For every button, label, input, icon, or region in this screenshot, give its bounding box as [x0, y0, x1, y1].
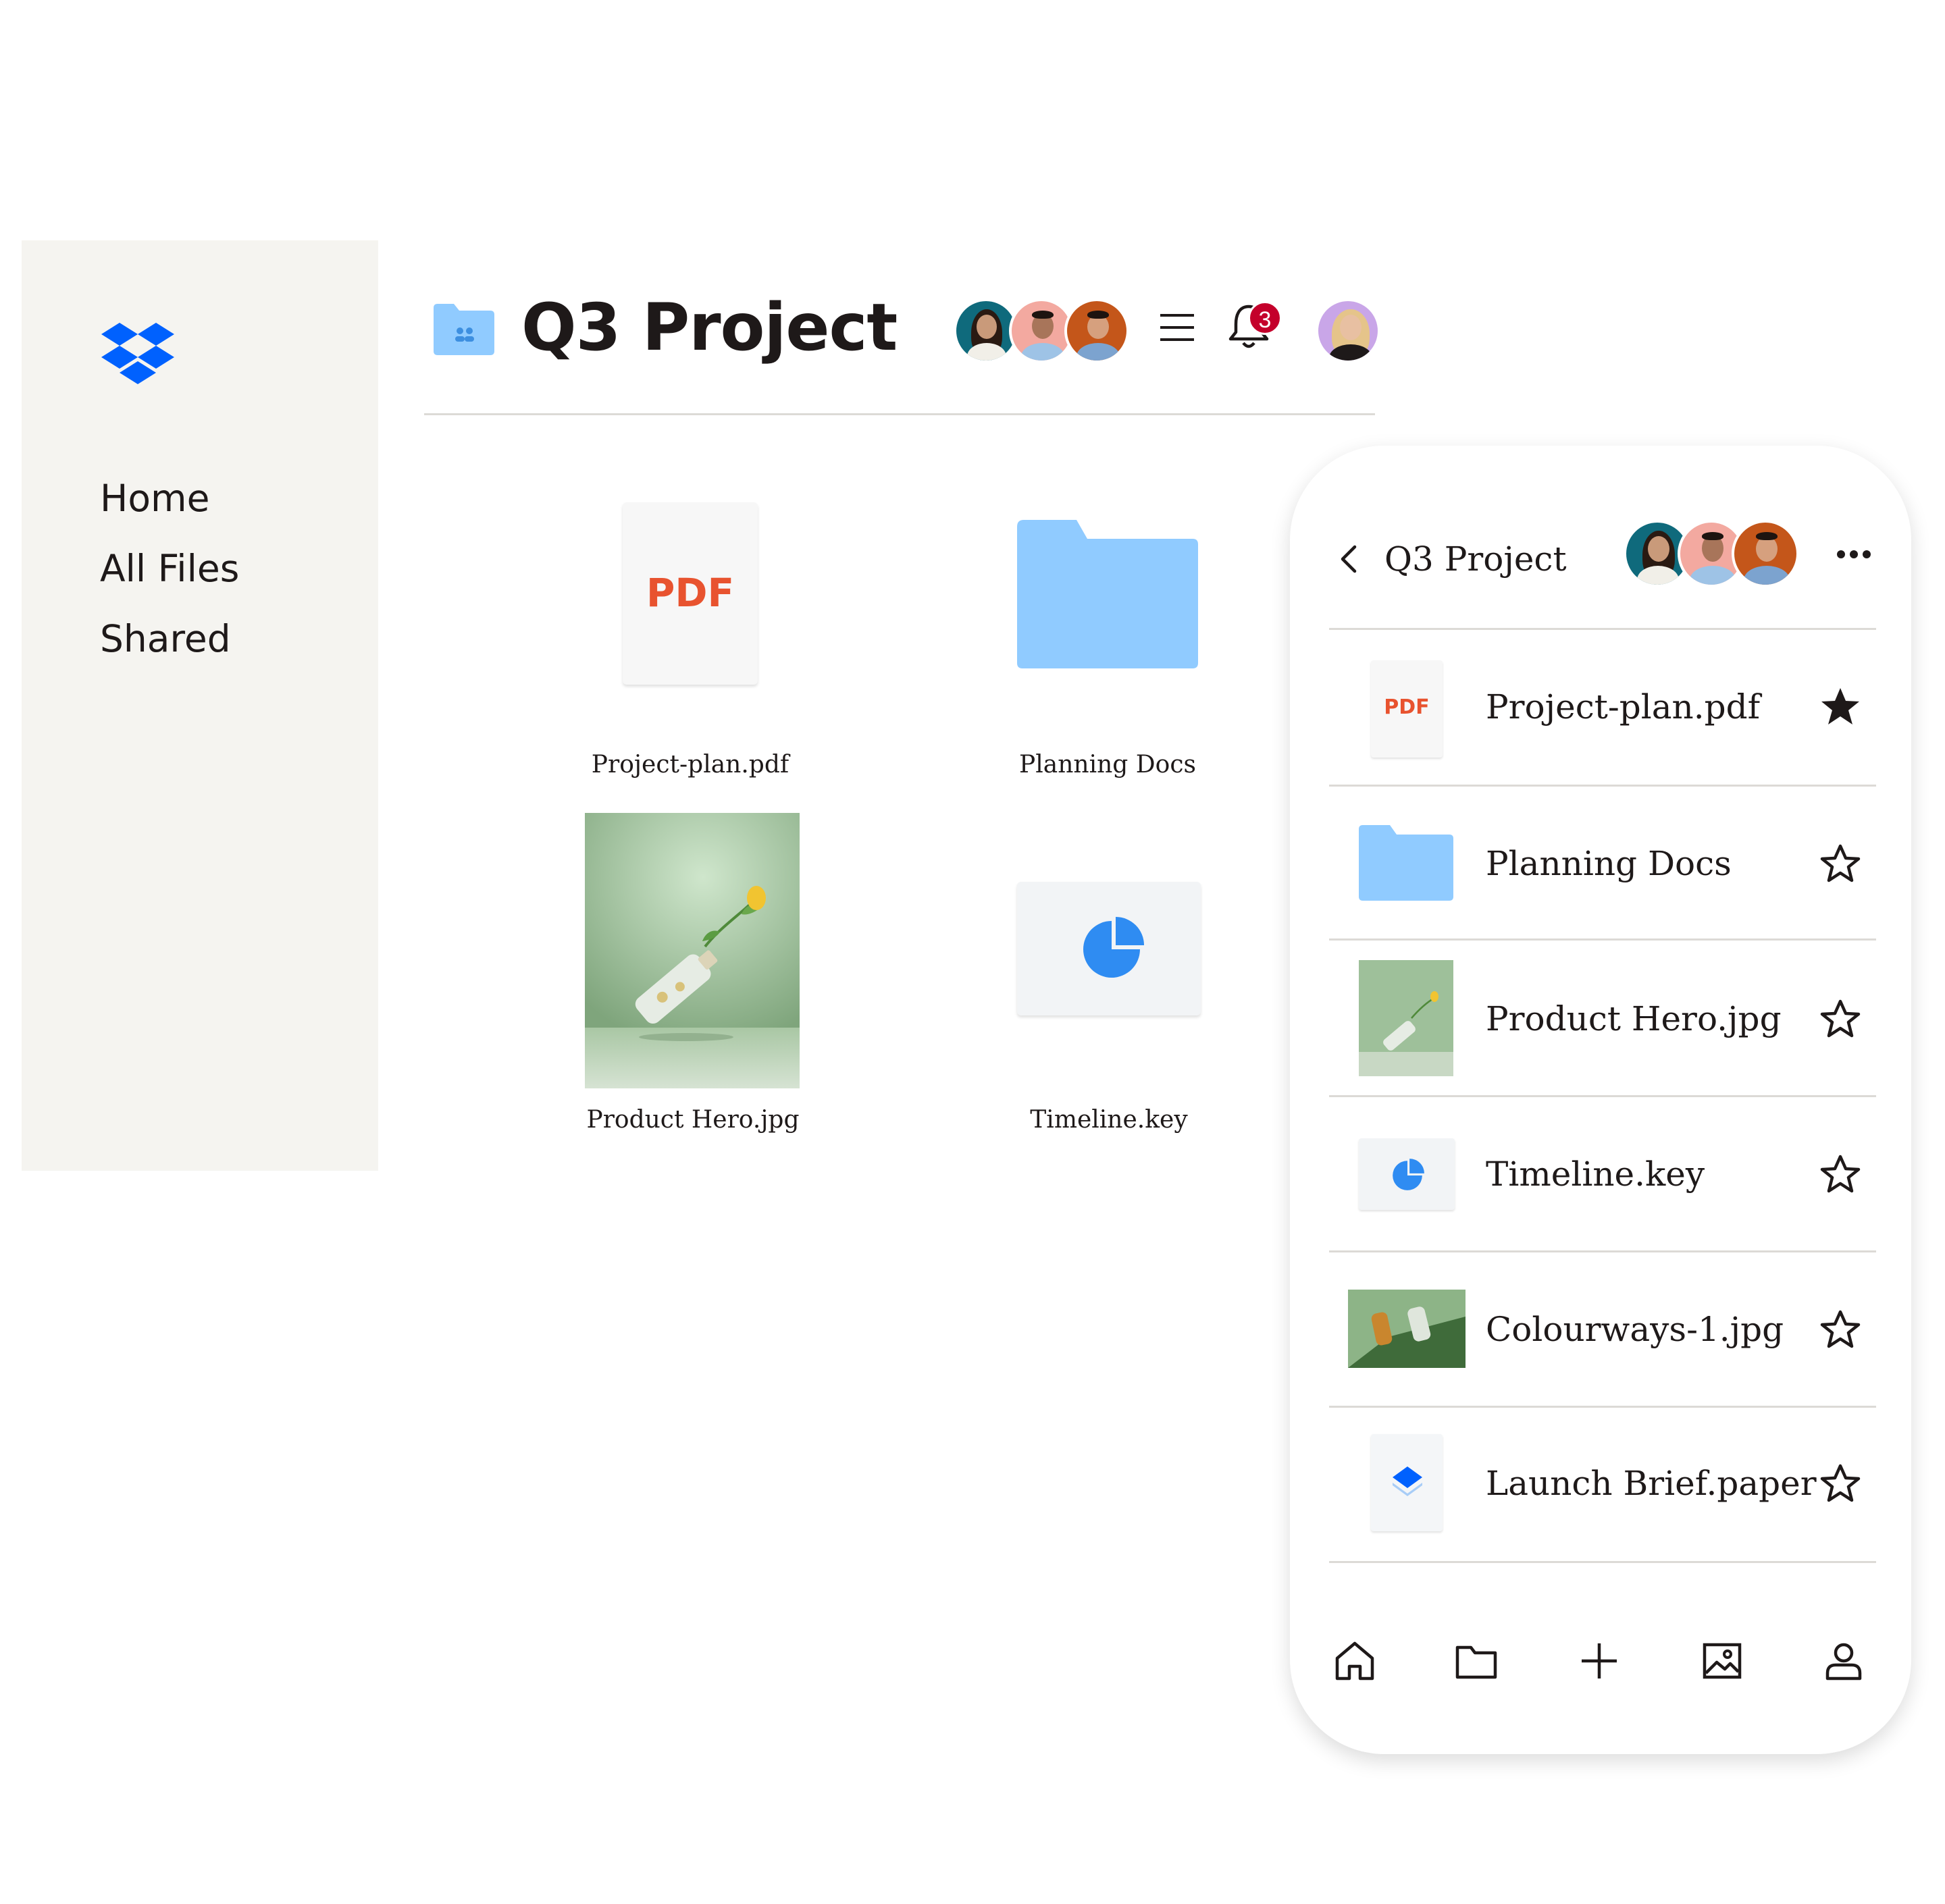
back-arrow-icon[interactable] [1337, 540, 1360, 578]
plus-icon[interactable] [1576, 1638, 1622, 1684]
file-name[interactable]: Timeline.key [940, 1106, 1278, 1134]
star-filled-icon[interactable] [1819, 686, 1861, 728]
sidebar-item-all-files[interactable]: All Files [100, 533, 239, 604]
user-avatar[interactable] [1316, 298, 1380, 363]
file-name[interactable]: Product Hero.jpg [1486, 995, 1782, 1042]
folder-icon [1359, 825, 1453, 901]
sidebar-item-shared[interactable]: Shared [100, 604, 239, 674]
sidebar: Home All Files Shared [22, 240, 378, 1171]
star-icon[interactable] [1819, 998, 1861, 1040]
star-icon[interactable] [1819, 1153, 1861, 1195]
folder-icon[interactable] [1017, 520, 1198, 668]
folder-icon[interactable] [1453, 1638, 1499, 1684]
pdf-file-thumbnail[interactable]: PDF [623, 502, 758, 685]
pdf-label: PDF [1384, 695, 1430, 719]
row-divider [1329, 628, 1876, 630]
row-divider [1329, 1561, 1876, 1563]
menu-icon[interactable] [1160, 313, 1194, 342]
image-thumbnail [1348, 1290, 1466, 1368]
collaborator-avatar[interactable] [1064, 298, 1129, 363]
dropbox-logo-icon[interactable] [101, 323, 174, 385]
row-divider [1329, 938, 1876, 941]
file-row[interactable]: Planning Docs [1329, 786, 1876, 940]
star-icon[interactable] [1819, 1462, 1861, 1504]
pie-chart-icon [1393, 1159, 1424, 1190]
account-icon[interactable] [1821, 1638, 1867, 1684]
collaborator-avatar[interactable] [1732, 520, 1799, 587]
file-name[interactable]: Colourways-1.jpg [1486, 1306, 1784, 1353]
star-icon[interactable] [1819, 1308, 1861, 1350]
file-row[interactable]: Launch Brief.paper [1329, 1407, 1876, 1561]
file-row[interactable]: PDF Project-plan.pdf [1329, 631, 1876, 785]
file-name[interactable]: Launch Brief.paper [1486, 1460, 1817, 1507]
image-thumbnail [1359, 960, 1453, 1076]
pdf-file-thumbnail: PDF [1371, 660, 1443, 758]
product-hero-image[interactable] [585, 813, 800, 1088]
file-name[interactable]: Product Hero.jpg [524, 1106, 862, 1134]
pdf-label: PDF [646, 570, 735, 616]
page-title: Q3 Project [521, 290, 898, 365]
shared-folder-icon [434, 304, 494, 355]
file-row[interactable]: Timeline.key [1329, 1096, 1876, 1250]
pie-chart-icon [1083, 917, 1144, 978]
mobile-app-panel: Q3 Project PDF Project-plan.pdf Planning… [1290, 446, 1911, 1754]
more-options-icon[interactable] [1836, 548, 1872, 560]
file-name[interactable]: Planning Docs [939, 751, 1276, 778]
star-icon[interactable] [1819, 843, 1861, 884]
mobile-title: Q3 Project [1384, 539, 1567, 579]
file-row[interactable]: Product Hero.jpg [1329, 941, 1876, 1095]
file-name[interactable]: Project-plan.pdf [1486, 683, 1760, 731]
keynote-file-thumbnail [1359, 1138, 1455, 1210]
paper-file-thumbnail [1371, 1434, 1443, 1531]
keynote-file-thumbnail[interactable] [1017, 882, 1201, 1015]
file-row[interactable]: Colourways-1.jpg [1329, 1252, 1876, 1406]
notification-badge: 3 [1248, 301, 1282, 335]
photos-icon[interactable] [1699, 1638, 1745, 1684]
file-name[interactable]: Planning Docs [1486, 840, 1732, 887]
home-icon[interactable] [1332, 1638, 1378, 1684]
header-divider [424, 413, 1375, 415]
sidebar-nav: Home All Files Shared [100, 463, 239, 674]
file-name[interactable]: Project-plan.pdf [521, 751, 859, 778]
sidebar-item-home[interactable]: Home [100, 463, 239, 533]
paper-logo-icon [1393, 1466, 1422, 1496]
file-name[interactable]: Timeline.key [1486, 1151, 1705, 1198]
